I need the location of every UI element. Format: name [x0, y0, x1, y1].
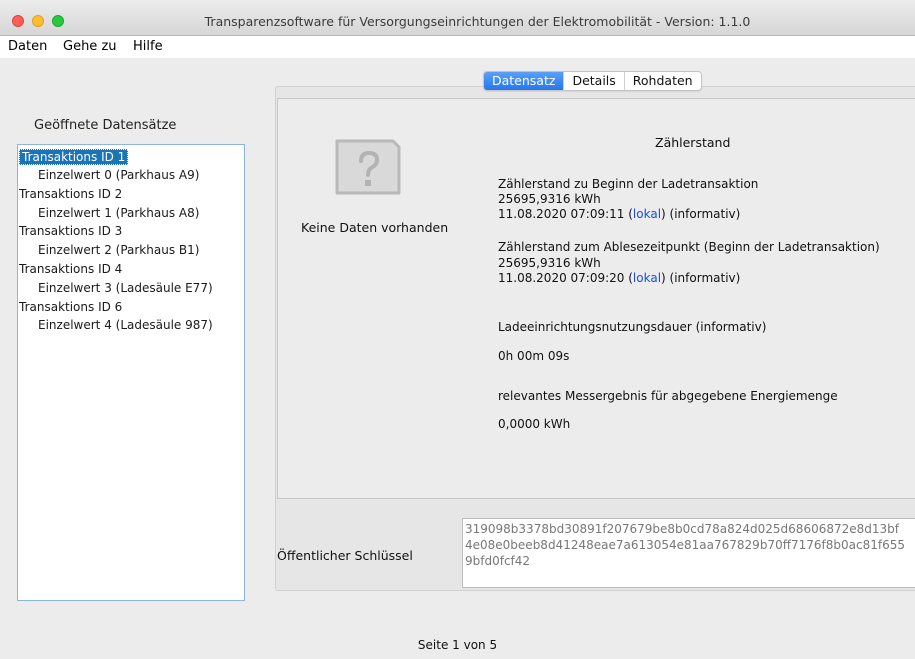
meter-heading: Zählerstand — [655, 135, 731, 150]
read-meter-value: 25695,9316 kWh — [498, 256, 601, 270]
public-key-line: 9bfd0fcf42 — [465, 554, 531, 568]
duration-value: 0h 00m 09s — [498, 349, 570, 363]
question-document-icon — [335, 139, 401, 195]
start-timezone-link[interactable]: lokal — [633, 207, 661, 221]
read-timezone-link[interactable]: lokal — [633, 271, 661, 285]
public-key-line: 4e08e0beeb8d41248eae7a613054e81aa767829b… — [465, 538, 905, 552]
start-meter-label: Zählerstand zu Beginn der Ladetransaktio… — [498, 177, 759, 191]
tree-item-transaction-3[interactable]: Transaktions ID 3 — [19, 222, 122, 240]
tree-item-transaction-4[interactable]: Transaktions ID 4 — [19, 260, 122, 278]
read-note: (informativ) — [669, 271, 741, 285]
dataset-tree[interactable]: Transaktions ID 1 Einzelwert 0 (Parkhaus… — [17, 144, 245, 601]
menu-bar: Daten Gehe zu Hilfe — [0, 36, 915, 58]
menu-hilfe[interactable]: Hilfe — [133, 39, 163, 54]
start-note: (informativ) — [669, 207, 741, 221]
tree-item-value-0[interactable]: Einzelwert 0 (Parkhaus A9) — [38, 166, 199, 184]
public-key-field[interactable]: 319098b3378bd30891f207679be8b0cd78a824d0… — [462, 518, 915, 588]
menu-daten[interactable]: Daten — [8, 39, 47, 54]
window-titlebar: Transparenzsoftware für Versorgungseinri… — [0, 0, 915, 36]
start-meter-value: 25695,9316 kWh — [498, 192, 601, 206]
no-data-label: Keine Daten vorhanden — [301, 220, 449, 235]
tab-bar: Datensatz Details Rohdaten — [483, 71, 702, 91]
tree-item-value-3[interactable]: Einzelwert 3 (Ladesäule E77) — [38, 279, 213, 297]
duration-label: Ladeeinrichtungsnutzungsdauer (informati… — [498, 320, 767, 334]
tree-item-value-1[interactable]: Einzelwert 1 (Parkhaus A8) — [38, 204, 199, 222]
start-time-text: 11.08.2020 07:09:11 — [498, 207, 625, 221]
start-meter-time: 11.08.2020 07:09:11 (lokal) (informativ) — [498, 207, 741, 221]
tab-rohdaten[interactable]: Rohdaten — [623, 72, 701, 90]
tree-item-value-4[interactable]: Einzelwert 4 (Ladesäule 987) — [38, 316, 213, 334]
read-meter-time: 11.08.2020 07:09:20 (lokal) (informativ) — [498, 271, 741, 285]
tree-item-transaction-6[interactable]: Transaktions ID 6 — [19, 298, 122, 316]
tree-item-transaction-1[interactable]: Transaktions ID 1 — [19, 148, 129, 166]
page-indicator: Seite 1 von 5 — [417, 638, 498, 652]
tree-item-transaction-2[interactable]: Transaktions ID 2 — [19, 185, 122, 203]
window-title: Transparenzsoftware für Versorgungseinri… — [204, 14, 751, 29]
public-key-line: 319098b3378bd30891f207679be8b0cd78a824d0… — [465, 522, 899, 536]
public-key-label: Öffentlicher Schlüssel — [277, 548, 413, 563]
menu-gehe-zu[interactable]: Gehe zu — [63, 39, 117, 54]
tab-datensatz[interactable]: Datensatz — [484, 72, 564, 90]
sidebar-label: Geöffnete Datensätze — [34, 118, 177, 133]
energy-value: 0,0000 kWh — [498, 417, 571, 431]
tab-details[interactable]: Details — [563, 72, 623, 90]
tree-item-value-2[interactable]: Einzelwert 2 (Parkhaus B1) — [38, 241, 199, 259]
read-time-text: 11.08.2020 07:09:20 — [498, 271, 625, 285]
read-meter-label: Zählerstand zum Ablesezeitpunkt (Beginn … — [498, 240, 880, 254]
energy-label: relevantes Messergebnis für abgegebene E… — [498, 389, 838, 403]
